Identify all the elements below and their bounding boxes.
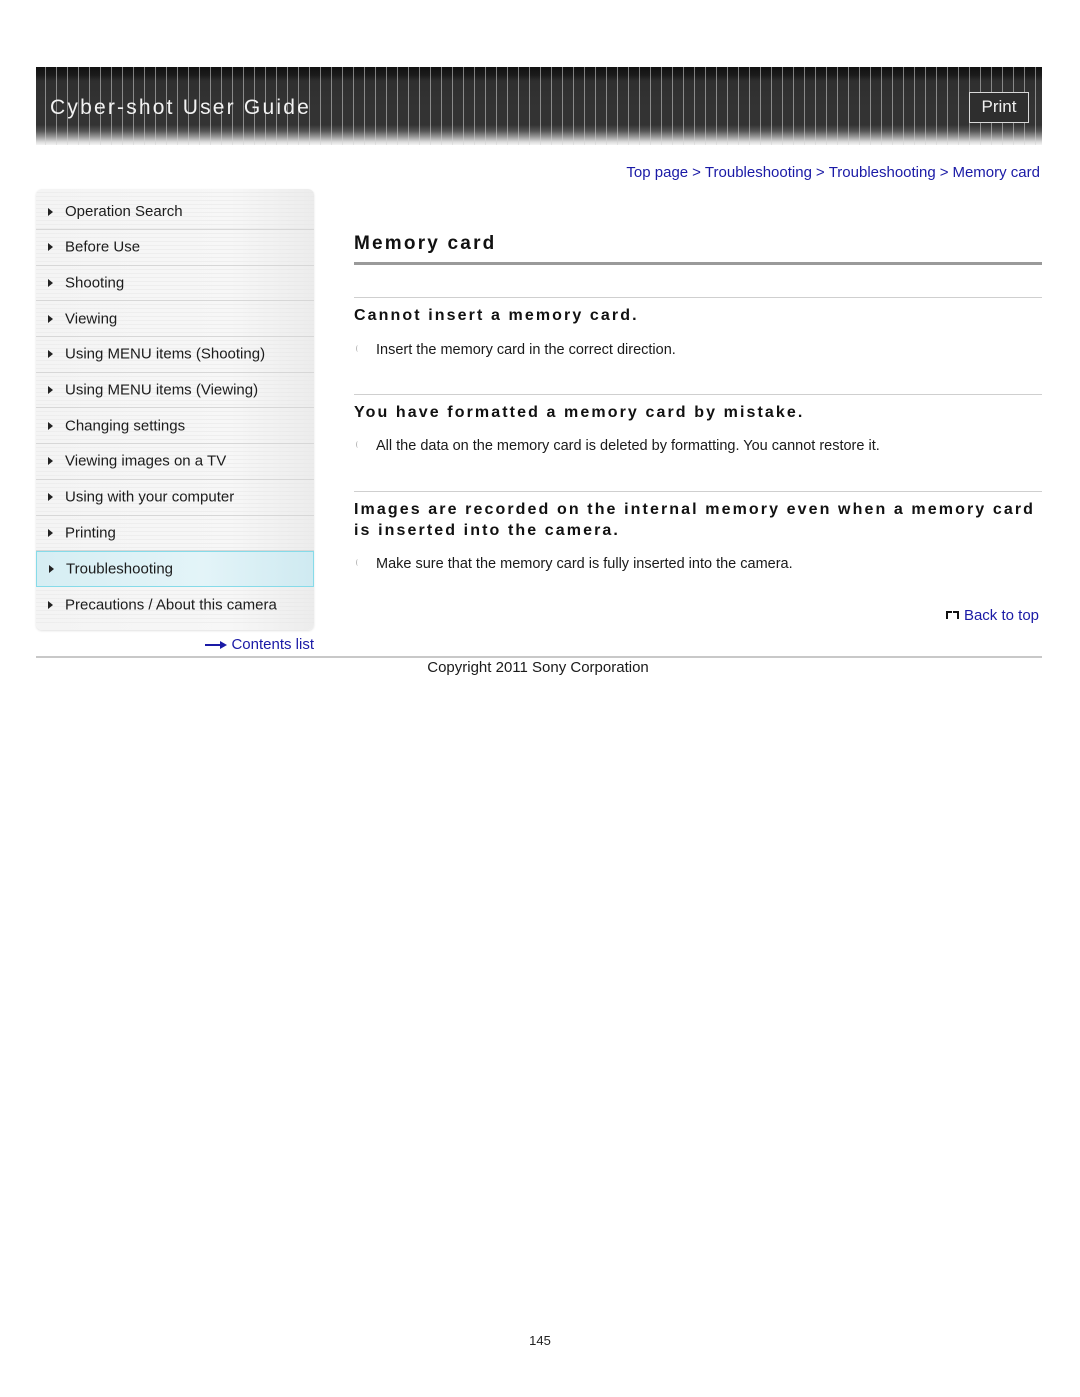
triangle-right-icon — [48, 314, 53, 323]
sidebar-item-label: Operation Search — [65, 203, 183, 221]
triangle-right-icon — [48, 386, 53, 395]
sidebar-item-label: Viewing images on a TV — [65, 452, 227, 470]
sidebar-item-menu-viewing[interactable]: Using MENU items (Viewing) — [36, 372, 314, 409]
back-to-top-label: Back to top — [963, 607, 1039, 624]
bullet-icon — [354, 345, 362, 353]
bullet-icon — [354, 559, 362, 567]
triangle-right-icon — [48, 208, 53, 216]
sidebar-item-label: Before Use — [65, 238, 141, 256]
sidebar-item-label: Using with your computer — [65, 488, 235, 506]
triangle-right-icon — [48, 421, 53, 430]
copyright-text: Copyright 2011 Sony Corporation — [427, 659, 649, 676]
sidebar-item-label: Printing — [65, 524, 116, 542]
sidebar-item-viewing[interactable]: Viewing — [36, 301, 314, 338]
section-heading: You have formatted a memory card by mist… — [354, 404, 805, 421]
section-divider — [354, 394, 1042, 395]
page-title: Memory card — [354, 233, 497, 254]
sidebar-nav: Operation Search Before Use Shooting Vie… — [36, 189, 314, 630]
sidebar-item-shooting[interactable]: Shooting — [36, 265, 314, 302]
breadcrumb-top-page[interactable]: Top page — [626, 164, 688, 181]
triangle-right-icon — [48, 493, 53, 502]
section-divider — [354, 297, 1042, 298]
sidebar-item-computer[interactable]: Using with your computer — [36, 479, 314, 516]
header-banner: Cyber-shot User Guide Print — [36, 67, 1042, 145]
bullet-text: Insert the memory card in the correct di… — [376, 342, 676, 358]
sidebar-item-precautions[interactable]: Precautions / About this camera — [36, 586, 314, 623]
section-divider — [354, 491, 1042, 492]
contents-list-link[interactable]: Contents list — [205, 636, 314, 653]
section-bullet: All the data on the memory card is delet… — [354, 438, 880, 454]
sidebar-item-label: Using MENU items (Shooting) — [65, 345, 266, 363]
triangle-right-icon — [48, 350, 53, 359]
breadcrumb-separator: > — [815, 164, 825, 181]
sidebar-item-operation-search[interactable]: Operation Search — [36, 189, 314, 230]
sidebar-item-changing-settings[interactable]: Changing settings — [36, 408, 314, 445]
sidebar-item-before-use[interactable]: Before Use — [36, 230, 314, 266]
print-button[interactable]: Print — [969, 92, 1029, 123]
breadcrumb-separator: > — [939, 164, 949, 181]
back-to-top-icon — [945, 611, 961, 620]
footer-divider — [36, 656, 1042, 658]
sidebar-item-label: Changing settings — [65, 417, 186, 435]
triangle-right-icon — [49, 565, 54, 574]
sidebar-item-troubleshooting[interactable]: Troubleshooting — [36, 551, 314, 587]
breadcrumb-troubleshooting-sub[interactable]: Troubleshooting — [829, 164, 936, 181]
breadcrumb: Top page > Troubleshooting > Troubleshooting… — [626, 164, 1040, 181]
triangle-right-icon — [48, 243, 53, 252]
sidebar-item-label: Shooting — [65, 274, 125, 292]
back-to-top-link[interactable]: Back to top — [945, 607, 1039, 624]
bullet-icon — [354, 441, 362, 449]
title-divider — [354, 262, 1042, 265]
breadcrumb-memory-card[interactable]: Memory card — [952, 164, 1040, 181]
breadcrumb-separator: > — [692, 164, 701, 181]
guide-title: Cyber-shot User Guide — [50, 96, 311, 119]
triangle-right-icon — [48, 528, 53, 537]
breadcrumb-troubleshooting[interactable]: Troubleshooting — [705, 164, 812, 181]
bullet-text: Make sure that the memory card is fully … — [376, 556, 793, 572]
sidebar-item-printing[interactable]: Printing — [36, 515, 314, 552]
sidebar-item-label: Using MENU items (Viewing) — [65, 381, 259, 399]
page-number: 145 — [529, 1333, 551, 1348]
contents-list-label: Contents list — [231, 636, 314, 653]
section-heading: Cannot insert a memory card. — [354, 307, 639, 324]
section-bullet: Make sure that the memory card is fully … — [354, 556, 793, 572]
bullet-text: All the data on the memory card is delet… — [376, 438, 880, 454]
triangle-right-icon — [48, 279, 53, 288]
arrow-right-icon — [205, 640, 228, 650]
sidebar-item-menu-shooting[interactable]: Using MENU items (Shooting) — [36, 337, 314, 373]
section-bullet: Insert the memory card in the correct di… — [354, 342, 676, 358]
sidebar-item-viewing-tv[interactable]: Viewing images on a TV — [36, 444, 314, 480]
sidebar-item-label: Precautions / About this camera — [65, 596, 277, 614]
sidebar-item-label: Troubleshooting — [66, 560, 174, 578]
section-heading: Images are recorded on the internal memo… — [354, 501, 1036, 539]
sidebar-item-label: Viewing — [65, 310, 118, 328]
triangle-right-icon — [48, 600, 53, 609]
triangle-right-icon — [48, 457, 53, 466]
